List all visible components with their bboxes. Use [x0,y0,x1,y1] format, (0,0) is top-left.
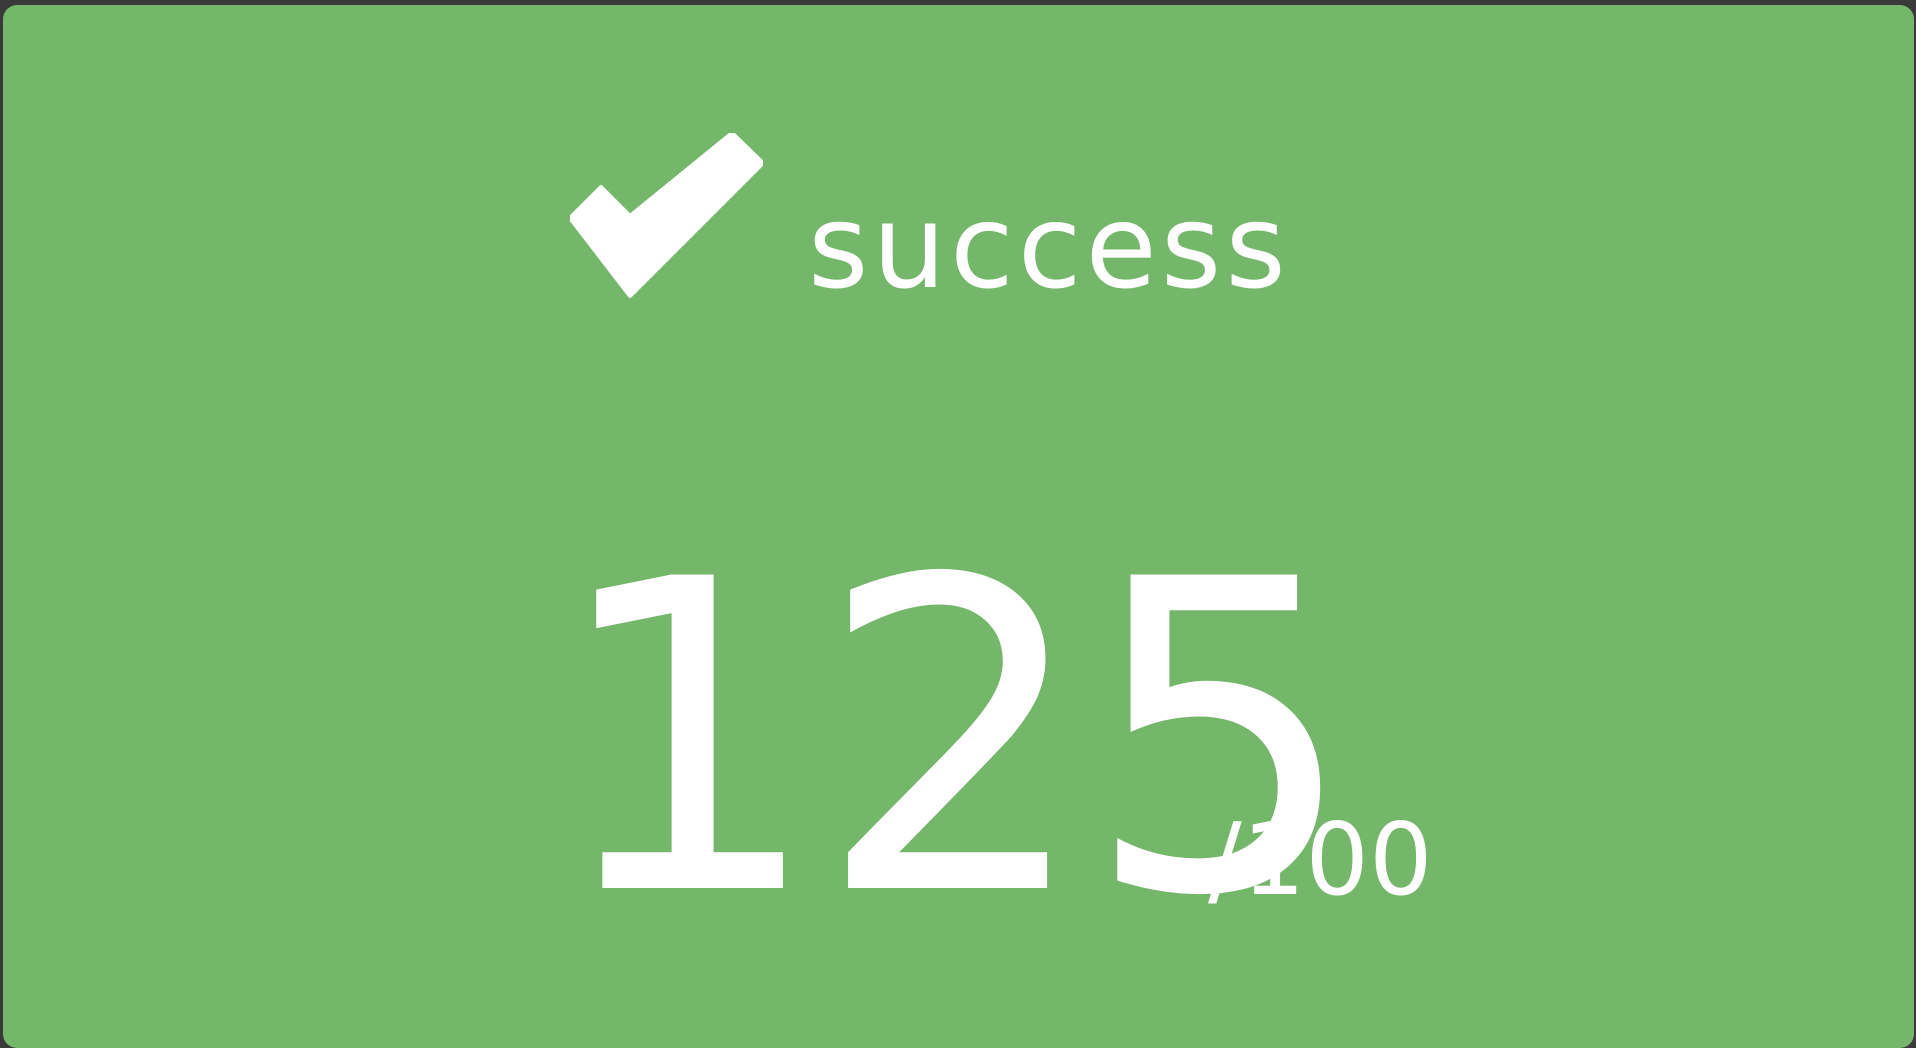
result-card: success 125 /100 [3,5,1914,1048]
result-header: success [3,5,1914,365]
score-row: 125 /100 [3,525,1914,955]
status-label: success [808,180,1290,315]
check-icon [568,131,765,301]
score-max: /100 [1208,801,1433,918]
